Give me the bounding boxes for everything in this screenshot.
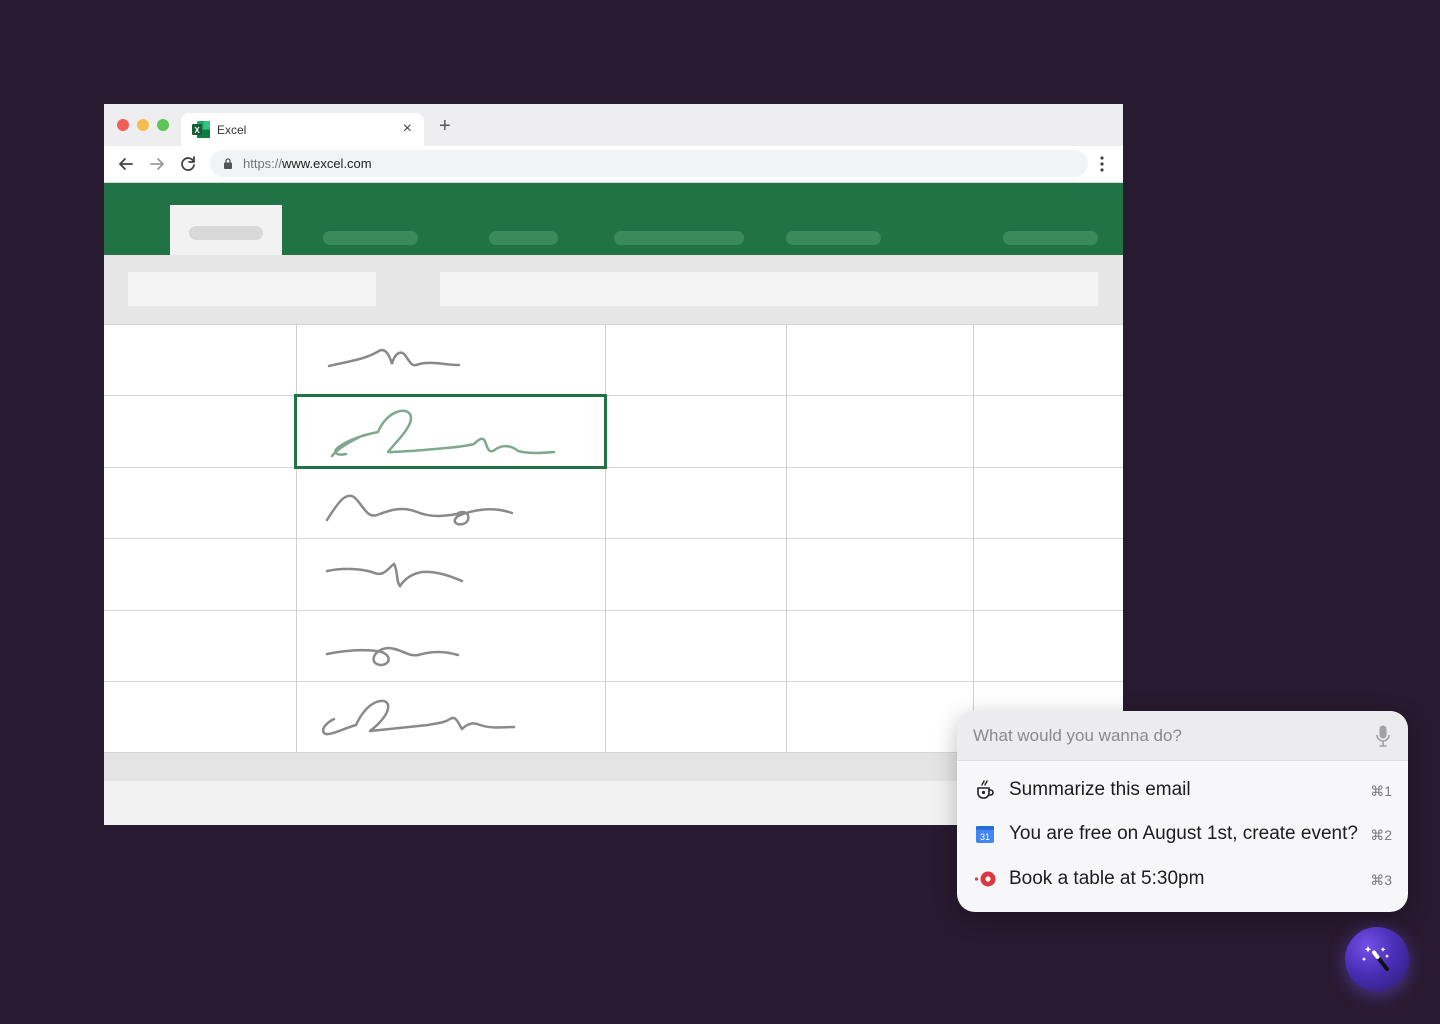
url-host: www.excel.com — [282, 156, 372, 171]
suggestion-label: Book a table at 5:30pm — [1009, 868, 1205, 889]
microphone-icon[interactable] — [1376, 725, 1390, 747]
url-scheme: https:// — [243, 156, 283, 171]
shortcut-badge: ⌘1 — [1370, 783, 1392, 799]
calendar-icon: 31 — [976, 826, 994, 843]
ribbon-tab-6[interactable] — [1003, 231, 1098, 245]
new-tab-button[interactable]: + — [439, 116, 451, 136]
address-bar[interactable]: https://www.excel.com — [210, 150, 1088, 177]
ask-bar — [957, 711, 1408, 761]
excel-ribbon — [104, 183, 1123, 255]
assistant-launcher-button[interactable] — [1345, 927, 1409, 991]
formula-area — [104, 255, 1123, 324]
tab-bar: X Excel × + — [104, 104, 1123, 146]
tab-title: Excel — [217, 123, 247, 137]
suggestion-label: You are free on August 1st, create event… — [1009, 823, 1358, 844]
formula-bar[interactable] — [440, 272, 1098, 306]
ribbon-tab-4[interactable] — [614, 231, 744, 245]
tab-excel[interactable]: X Excel × — [181, 113, 424, 146]
ribbon-tab-2[interactable] — [323, 231, 418, 245]
back-arrow-icon[interactable] — [114, 152, 138, 176]
cell-scribble-1[interactable] — [324, 339, 464, 379]
assistant-input[interactable] — [973, 721, 1363, 751]
suggestion-create-event[interactable]: 31 You are free on August 1st, create ev… — [957, 812, 1408, 856]
svg-text:X: X — [194, 126, 200, 135]
ribbon-tab-5[interactable] — [786, 231, 881, 245]
assistant-panel: Summarize this email ⌘1 31 You are free … — [957, 711, 1408, 912]
cell-scribble-4[interactable] — [322, 554, 472, 594]
minimize-window-button[interactable] — [137, 119, 149, 131]
ribbon-tab-active[interactable] — [170, 205, 282, 255]
coffee-cup-icon — [977, 780, 994, 799]
shortcut-badge: ⌘2 — [1370, 827, 1392, 843]
close-window-button[interactable] — [117, 119, 129, 131]
name-box[interactable] — [128, 272, 376, 306]
ribbon-tab-placeholder — [189, 226, 263, 240]
more-vert-icon[interactable] — [1094, 154, 1110, 174]
magic-wand-icon — [1361, 946, 1390, 971]
svg-text:31: 31 — [980, 832, 990, 842]
maximize-window-button[interactable] — [157, 119, 169, 131]
url-text: https://www.excel.com — [243, 156, 372, 171]
spreadsheet-grid — [104, 324, 1123, 753]
suggestion-book-table[interactable]: Book a table at 5:30pm ⌘3 — [957, 857, 1408, 901]
suggestion-summarize[interactable]: Summarize this email ⌘1 — [957, 768, 1408, 812]
shortcut-badge: ⌘3 — [1370, 872, 1392, 888]
cell-scribble-5[interactable] — [322, 629, 467, 669]
cell-scribble-3[interactable] — [322, 482, 522, 537]
ribbon-tab-3[interactable] — [489, 231, 558, 245]
reload-icon[interactable] — [176, 152, 200, 176]
tab-close-button[interactable]: × — [403, 120, 412, 138]
forward-arrow-icon[interactable] — [145, 152, 169, 176]
suggestion-label: Summarize this email — [1009, 779, 1191, 800]
cell-scribble-6[interactable] — [316, 689, 516, 744]
browser-toolbar: https://www.excel.com — [104, 146, 1123, 183]
excel-icon: X — [192, 121, 210, 138]
lock-icon — [224, 158, 232, 169]
opentable-icon — [974, 871, 996, 887]
selected-cell[interactable] — [294, 394, 607, 469]
